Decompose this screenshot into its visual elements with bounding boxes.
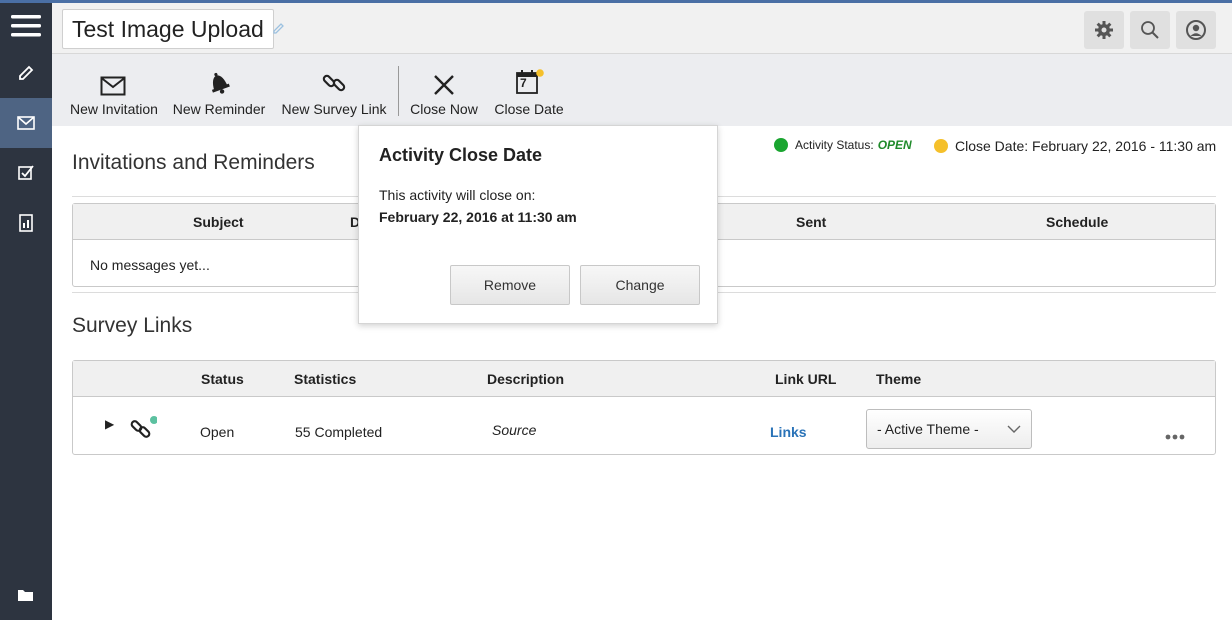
popover-title: Activity Close Date [379,145,543,165]
activity-status-value: OPEN [877,138,912,152]
folder-icon [18,590,33,601]
close-now-label: Close Now [410,101,478,117]
close-date-label: Close Date [494,101,564,117]
search-button[interactable] [1130,11,1170,49]
column-link-url[interactable]: Link URL [775,371,836,387]
sidebar-item-files[interactable] [0,580,52,610]
close-now-button[interactable]: Close Now [409,54,479,126]
checklist-icon [18,165,34,180]
gear-icon [1095,21,1113,39]
user-icon [1186,20,1206,40]
invitations-section-title: Invitations and Reminders [72,151,315,174]
toolbar-divider [398,66,399,116]
pencil-icon [19,65,34,80]
calendar-icon [516,69,544,94]
close-date-dot [934,139,948,153]
column-subject[interactable]: Subject [193,214,244,230]
close-date-status: Close Date: February 22, 2016 - 11:30 am [934,138,1216,154]
envelope-icon [17,116,35,130]
left-sidebar [0,0,52,620]
new-survey-link-button[interactable]: New Survey Link [280,54,388,126]
remove-button[interactable]: Remove [450,265,570,305]
table-row: ▶ Open 55 Completed Source Links - Activ… [73,397,1215,454]
close-date-status-text: Close Date: February 22, 2016 - 11:30 am [955,138,1217,154]
new-invitation-label: New Invitation [70,101,158,117]
close-date-popover: Activity Close Date This activity will c… [358,125,718,324]
status-open-dot [774,138,788,152]
search-icon [1141,21,1159,39]
calendar-day-number: 7 [520,76,527,90]
top-header: Test Image Upload [52,0,1232,54]
expand-arrow-icon[interactable]: ▶ [105,417,114,431]
link-description[interactable]: Source [492,422,536,438]
hamburger-icon [11,14,41,36]
action-toolbar: New Invitation New Reminder New Survey L… [52,54,1232,126]
column-sent[interactable]: Sent [796,214,826,230]
activity-status-label: Activity Status: [795,138,874,152]
link-status-open: Open [200,424,235,440]
sidebar-item-responses[interactable] [0,148,52,198]
no-messages-text: No messages yet... [90,257,210,273]
popover-close-date: February 22, 2016 at 11:30 am [379,209,577,225]
column-schedule[interactable]: Schedule [1046,214,1108,230]
hamburger-menu-button[interactable] [0,0,52,48]
column-description[interactable]: Description [487,371,564,387]
survey-links-table: Status Statistics Description Link URL T… [72,360,1216,455]
bell-icon [211,72,230,94]
survey-links-section-title: Survey Links [72,314,193,337]
chain-link-icon [322,74,346,92]
more-options-icon[interactable] [1165,427,1185,443]
theme-select-value: - Active Theme - [877,421,979,437]
column-theme[interactable]: Theme [876,371,921,387]
survey-title[interactable]: Test Image Upload [62,9,274,49]
change-button[interactable]: Change [580,265,700,305]
new-reminder-button[interactable]: New Reminder [172,54,266,126]
new-reminder-label: New Reminder [172,101,266,117]
column-statistics[interactable]: Statistics [294,371,356,387]
chevron-down-icon [1007,425,1021,433]
account-button[interactable] [1176,11,1216,49]
new-invitation-button[interactable]: New Invitation [70,54,158,126]
links-link[interactable]: Links [770,424,807,440]
survey-links-table-header: Status Statistics Description Link URL T… [73,361,1215,397]
activity-status: Activity Status: OPEN [774,138,912,152]
settings-button[interactable] [1084,11,1124,49]
envelope-icon [100,76,126,96]
sidebar-item-reports[interactable] [0,198,52,248]
edit-title-pencil-icon[interactable] [272,21,286,40]
column-status[interactable]: Status [201,371,244,387]
survey-link-chain-icon [129,413,158,444]
link-statistics: 55 Completed [295,424,383,440]
theme-select[interactable]: - Active Theme - [866,409,1032,449]
new-survey-link-label: New Survey Link [281,101,387,117]
sidebar-item-distribute[interactable] [0,98,52,148]
popover-description: This activity will close on: [379,187,536,203]
sidebar-item-edit[interactable] [0,48,52,98]
close-date-button[interactable]: 7 Close Date [492,54,566,126]
report-icon [19,214,33,232]
close-icon [434,75,454,95]
